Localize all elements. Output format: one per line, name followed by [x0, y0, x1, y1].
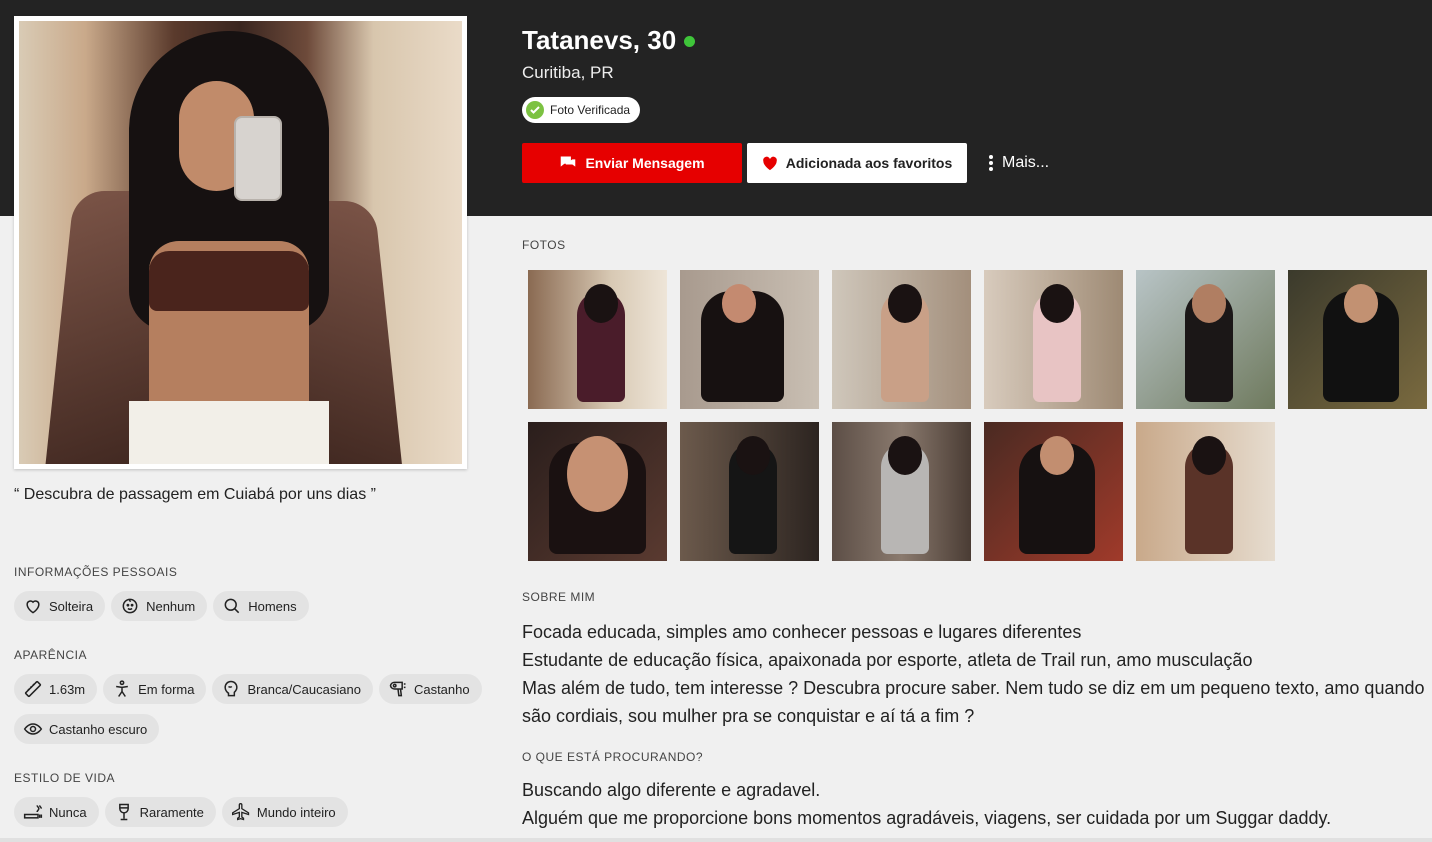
- about-label: SOBRE MIM: [522, 590, 596, 604]
- chip-travel: Mundo inteiro: [221, 797, 348, 827]
- personal-info-label: INFORMAÇÕES PESSOAIS: [14, 565, 178, 579]
- profile-quote: “ Descubra de passagem em Cuiabá por uns…: [14, 486, 376, 503]
- appearance-chips-row-1: 1.63m Em forma Branca/Caucasiano Castanh…: [14, 674, 482, 704]
- photo-thumbnail[interactable]: [528, 270, 667, 409]
- favorite-button[interactable]: Adicionada aos favoritos: [747, 143, 967, 183]
- chip-body-type: Em forma: [103, 674, 207, 704]
- send-message-button[interactable]: Enviar Mensagem: [522, 143, 742, 183]
- looking-for-text: Buscando algo diferente e agradavel. Alg…: [522, 780, 1332, 828]
- photo-thumbnail[interactable]: [984, 270, 1123, 409]
- photo-gallery: [528, 270, 1432, 561]
- photo-thumbnail[interactable]: [680, 270, 819, 409]
- chip-children: Nenhum: [111, 591, 208, 621]
- appearance-label: APARÊNCIA: [14, 648, 87, 662]
- photo-thumbnail[interactable]: [832, 422, 971, 561]
- photo-thumbnail[interactable]: [1136, 270, 1275, 409]
- chat-icon: [561, 156, 576, 167]
- photo-thumbnail[interactable]: [1136, 422, 1275, 561]
- profile-name-row: Tatanevs, 30: [522, 25, 696, 56]
- heart-outline-icon: [26, 600, 40, 614]
- about-text: Focada educada, simples amo conhecer pes…: [522, 622, 1425, 726]
- photo-thumbnail[interactable]: [984, 422, 1123, 561]
- chip-hair-color: Castanho: [378, 674, 482, 704]
- chip-smoking: Nunca: [14, 797, 99, 827]
- airplane-icon: [231, 803, 250, 821]
- online-status-indicator: [684, 36, 696, 47]
- chip-ethnicity: Branca/Caucasiano: [212, 674, 373, 704]
- profile-photo-image: [19, 21, 462, 464]
- photo-thumbnail[interactable]: [832, 270, 971, 409]
- search-icon: [224, 598, 240, 614]
- ruler-icon: [24, 680, 42, 698]
- eye-icon: [23, 723, 43, 735]
- heart-icon: [762, 156, 777, 170]
- photo-thumbnail[interactable]: [680, 422, 819, 561]
- lifestyle-label: ESTILO DE VIDA: [14, 771, 116, 785]
- chip-seeking: Homens: [213, 591, 309, 621]
- vertical-dots-icon: [989, 155, 993, 171]
- page-bottom-divider: [0, 838, 1432, 842]
- verified-check-icon: [526, 101, 544, 119]
- body-icon: [116, 680, 129, 697]
- photo-verified-badge: Foto Verificada: [522, 97, 641, 123]
- profile-name-age: Tatanevs, 30: [522, 25, 677, 55]
- baby-face-icon: [122, 598, 138, 614]
- lifestyle-chips: Nunca Raramente Mundo inteiro: [14, 797, 348, 827]
- looking-for-label: O QUE ESTÁ PROCURANDO?: [522, 750, 704, 764]
- more-options-button[interactable]: Mais...: [988, 143, 1068, 183]
- appearance-chips-row-2: Castanho escuro: [14, 714, 160, 744]
- photo-thumbnail[interactable]: [528, 422, 667, 561]
- smoking-icon: [23, 805, 43, 819]
- photos-label: FOTOS: [522, 238, 566, 252]
- main-profile-photo[interactable]: [14, 16, 467, 469]
- wine-glass-icon: [118, 803, 129, 821]
- chip-height: 1.63m: [14, 674, 98, 704]
- photo-thumbnail[interactable]: [1288, 270, 1427, 409]
- chip-eye-color: Castanho escuro: [14, 714, 160, 744]
- chip-drinking: Raramente: [104, 797, 216, 827]
- skin-tone-icon: [224, 680, 239, 697]
- profile-location: Curitiba, PR: [522, 63, 614, 82]
- hair-dryer-icon: [389, 681, 406, 697]
- chip-relationship-status: Solteira: [14, 591, 106, 621]
- personal-info-chips: Solteira Nenhum Homens: [14, 591, 309, 621]
